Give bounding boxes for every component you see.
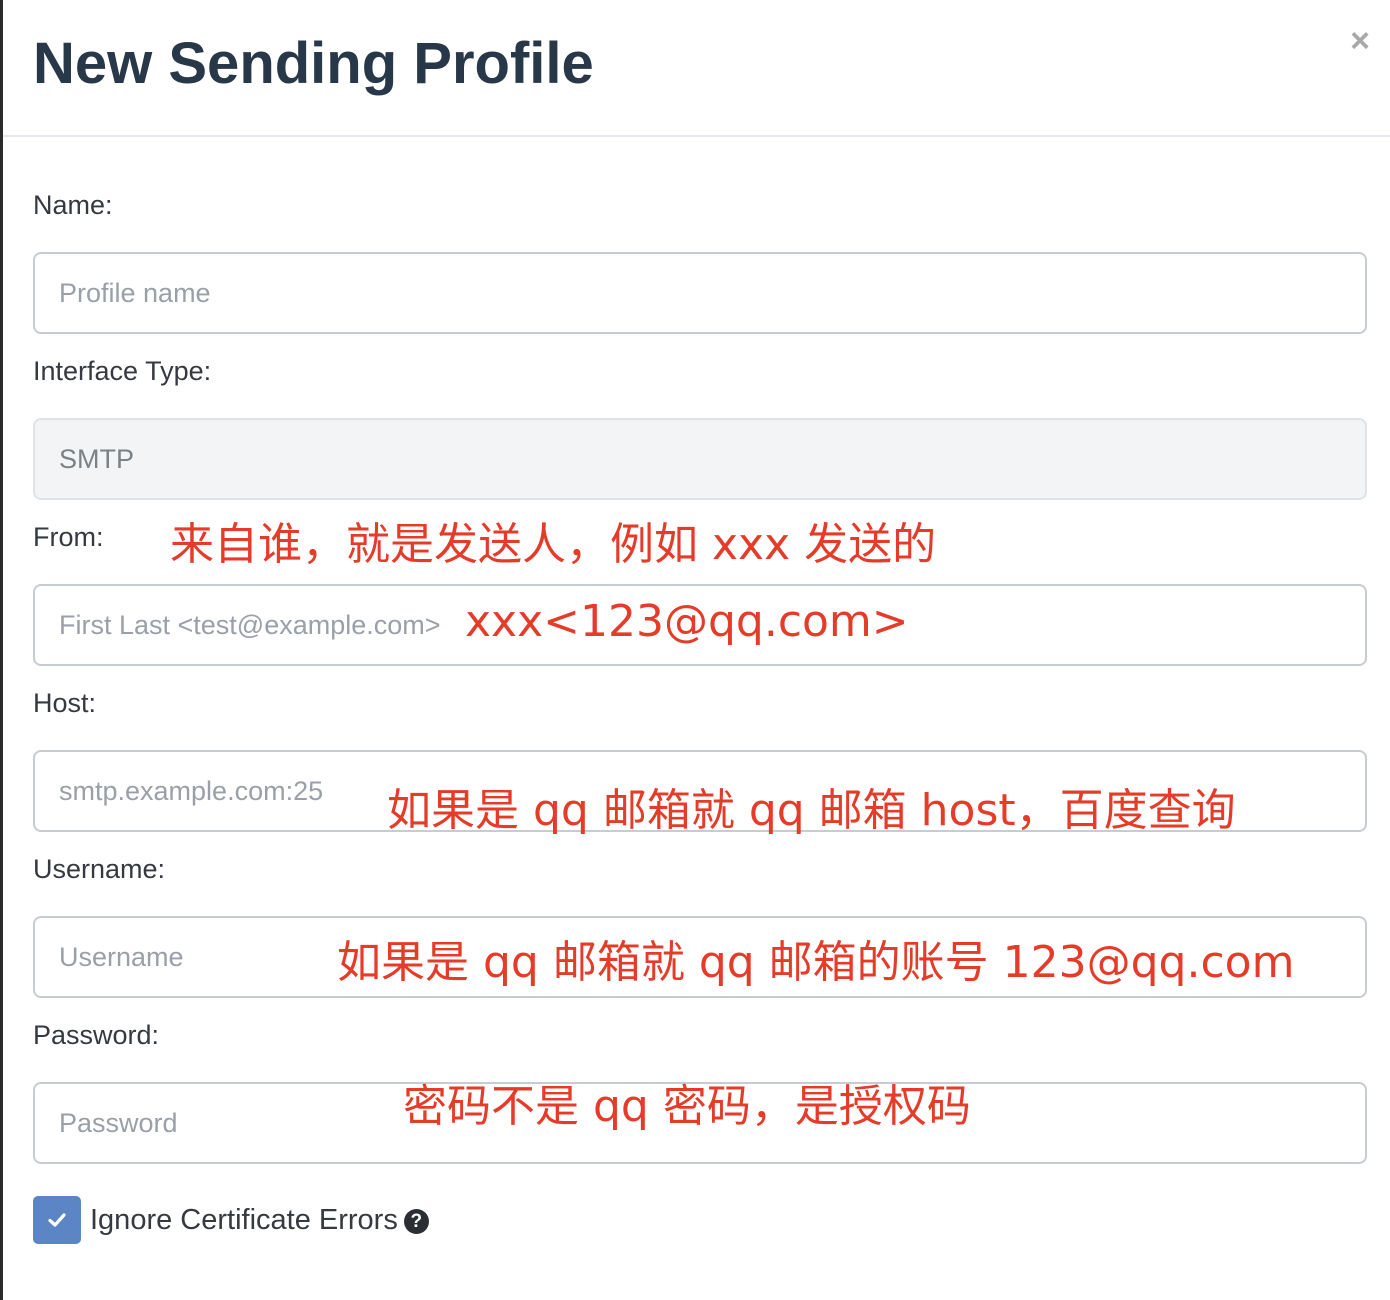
ignore-cert-text: Ignore Certificate Errors (90, 1204, 398, 1236)
from-input[interactable] (33, 584, 1367, 666)
from-annotation: 来自谁，就是发送人，例如 xxx 发送的 (170, 519, 937, 570)
close-icon[interactable]: × (1350, 24, 1370, 58)
username-input[interactable] (33, 916, 1367, 998)
password-input[interactable] (33, 1082, 1367, 1164)
modal-header: New Sending Profile × (3, 0, 1390, 137)
host-input[interactable] (33, 750, 1367, 832)
modal-title: New Sending Profile (33, 31, 594, 96)
ignore-cert-label: Ignore Certificate Errors? (90, 1204, 429, 1237)
profile-name-input[interactable] (33, 252, 1367, 334)
host-label: Host: (33, 688, 97, 718)
username-label: Username: (33, 854, 166, 884)
question-circle-icon[interactable]: ? (403, 1209, 429, 1234)
checkmark-icon (48, 1213, 66, 1227)
sending-profile-modal: New Sending Profile × Name: Interface Ty… (3, 0, 1390, 1300)
ignore-cert-checkbox[interactable] (33, 1196, 81, 1244)
interface-type-field (33, 418, 1367, 500)
name-label: Name: (33, 190, 113, 220)
interface-type-label: Interface Type: (33, 356, 212, 386)
password-label: Password: (33, 1020, 160, 1050)
from-label: From: (33, 522, 104, 552)
